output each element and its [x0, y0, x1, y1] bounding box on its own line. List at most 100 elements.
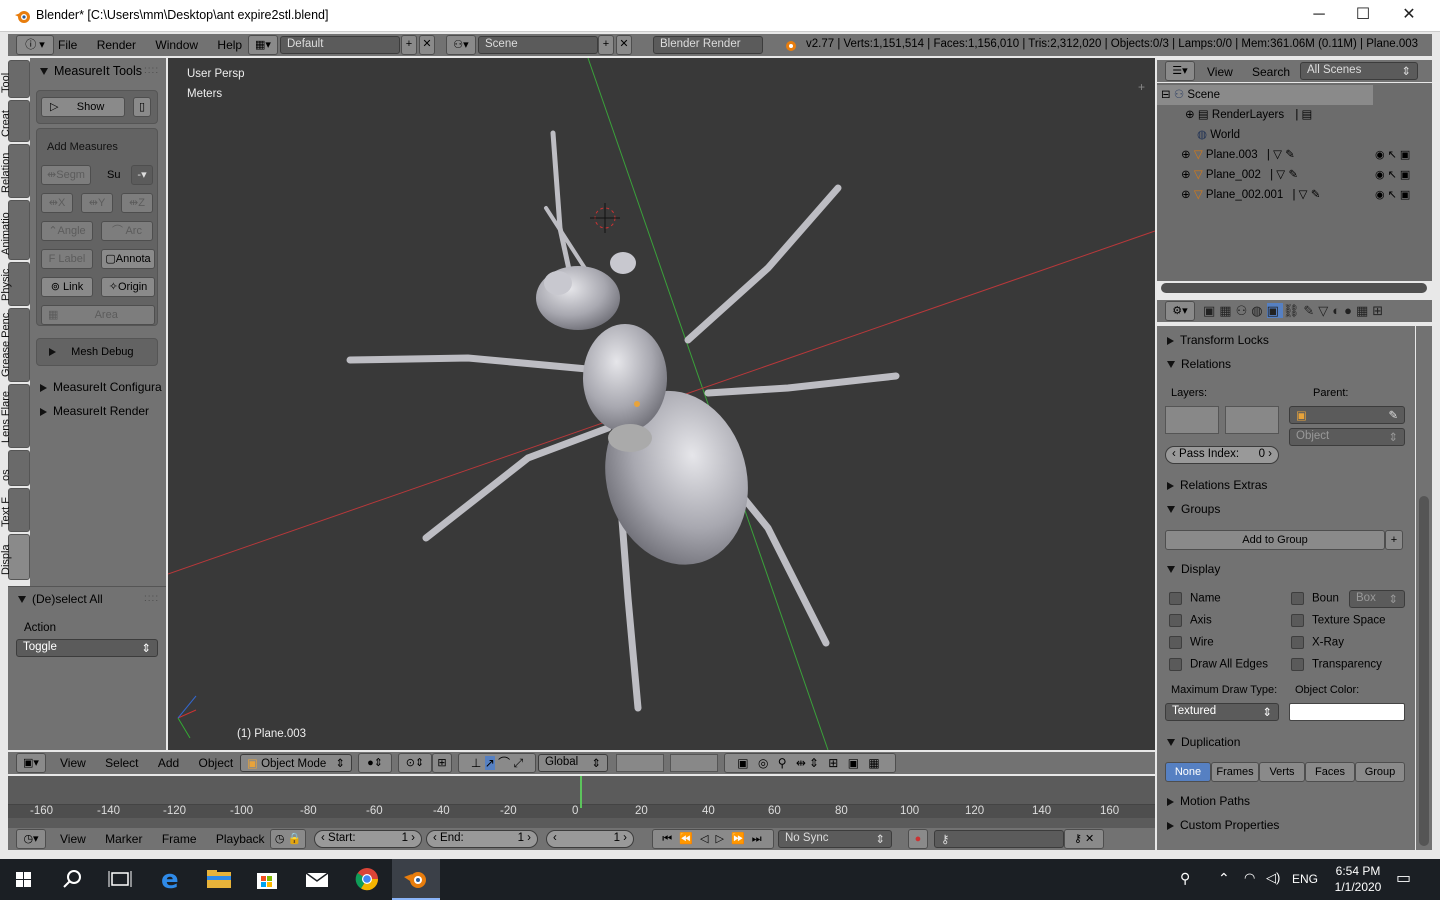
outliner-filter-select[interactable]: All Scenes ⇕ [1300, 62, 1418, 80]
draw-type-select[interactable]: Textured ⇕ [1165, 703, 1279, 721]
name-checkbox[interactable]: Name [1169, 592, 1221, 605]
dup-group-button[interactable]: Group [1355, 762, 1405, 782]
tab-display[interactable]: Displa [0, 534, 30, 580]
outliner-view-menu[interactable]: View [1207, 65, 1233, 79]
volume-icon[interactable]: ◁) [1266, 870, 1280, 886]
outliner-search-menu[interactable]: Search [1252, 65, 1290, 79]
layout-field[interactable]: Default [280, 36, 400, 54]
outliner-row-renderlayers[interactable]: ⊕ ▤ RenderLayers | ▤ [1185, 105, 1312, 125]
transform-locks-section[interactable]: Transform Locks [1157, 328, 1415, 352]
search-icon[interactable] [48, 859, 96, 900]
orientation-select[interactable]: Global ⇕ [538, 754, 608, 772]
parent-field[interactable]: ▣ ✎ [1289, 406, 1405, 424]
menu-playback[interactable]: Playback [216, 832, 265, 846]
outliner-scrollbar[interactable] [1161, 283, 1427, 293]
blender-taskbar-icon[interactable] [392, 859, 440, 900]
menu-view[interactable]: View [60, 756, 86, 770]
tab-os[interactable]: os [0, 450, 30, 486]
z-measure-button[interactable]: ⇹Z [121, 193, 153, 213]
remove-scene-icon[interactable]: ✕ [616, 35, 632, 55]
mesh-debug-box[interactable]: Mesh Debug [36, 338, 158, 366]
network-icon[interactable]: ◠ [1244, 870, 1255, 886]
manipulator-icons[interactable]: ⊥ ↗ ⌒ ⤢ [458, 753, 536, 773]
menu-render[interactable]: Render [97, 38, 136, 52]
mode-select[interactable]: ▣ Object Mode ⇕ [240, 754, 352, 772]
minimize-button[interactable]: ─ [1296, 0, 1342, 32]
axis-checkbox[interactable]: Axis [1169, 614, 1212, 627]
render-header[interactable]: MeasureIt Render [40, 404, 149, 418]
area-button[interactable]: ▦ Area [41, 305, 155, 325]
outliner-editor-icon[interactable]: ☰▾ [1165, 61, 1195, 81]
shading-select[interactable]: ●⇕ [358, 753, 392, 773]
menu-frame[interactable]: Frame [162, 832, 197, 846]
layout-icon-button[interactable]: ▦▾ [248, 35, 278, 55]
remove-layout-icon[interactable]: ✕ [419, 35, 435, 55]
outliner-row-world[interactable]: ◍ World [1197, 125, 1240, 145]
dup-faces-button[interactable]: Faces [1305, 762, 1355, 782]
snap-and-render-icons[interactable]: ▣ ◎ ⚲ ⇹⇕ ⊞ ▣ ▦ [724, 753, 896, 773]
keying-icons[interactable]: ⚷ ✕ [1064, 829, 1104, 849]
language-indicator[interactable]: ENG [1292, 872, 1318, 886]
menu-object[interactable]: Object [199, 756, 234, 770]
clock[interactable]: 6:54 PM 1/1/2020 [1332, 864, 1384, 894]
relations-section[interactable]: Relations [1157, 352, 1415, 376]
outliner-row-scene[interactable]: ⊟ ⚇ Scene [1157, 85, 1373, 105]
ghost-toggle-icon[interactable]: ▯ [133, 97, 151, 117]
tab-lens-flare[interactable]: Lens Flare [0, 384, 30, 448]
draw-all-edges-checkbox[interactable]: Draw All Edges [1169, 658, 1268, 671]
menu-add[interactable]: Add [158, 756, 179, 770]
people-icon[interactable]: ⚲ [1180, 870, 1190, 887]
tab-relation[interactable]: Relation [0, 144, 30, 198]
layers-grid-1[interactable] [1165, 406, 1219, 434]
bounds-checkbox[interactable]: Boun [1291, 592, 1339, 605]
notifications-icon[interactable]: ▭ [1396, 868, 1411, 888]
relations-extras-section[interactable]: Relations Extras [1157, 473, 1415, 497]
transparency-checkbox[interactable]: Transparency [1291, 658, 1382, 671]
tab-grease-pencil[interactable]: Grease Penc [0, 308, 30, 382]
outliner-row-plane003[interactable]: ⊕ ▽ Plane.003 | ▽ ✎ [1181, 145, 1295, 165]
view3d-editor-icon[interactable]: ▣▾ [16, 753, 46, 773]
file-explorer-icon[interactable] [195, 859, 243, 900]
deselect-all-header[interactable]: (De)select All [18, 592, 103, 606]
pass-index-field[interactable]: ‹ Pass Index: 0 › [1165, 446, 1279, 464]
windows-start-icon[interactable] [0, 859, 48, 900]
motion-paths-section[interactable]: Motion Paths [1157, 789, 1415, 813]
timeline-playhead[interactable] [580, 776, 582, 808]
close-button[interactable]: ✕ [1386, 0, 1432, 32]
layers-grid-2[interactable] [1225, 406, 1279, 434]
dup-none-button[interactable]: None [1165, 762, 1211, 782]
scene-field[interactable]: Scene [478, 36, 598, 54]
pivot-select[interactable]: ⊙⇕ [398, 753, 432, 773]
maximize-button[interactable]: ☐ [1340, 0, 1386, 32]
tab-physics[interactable]: Physic [0, 262, 30, 306]
add-scene-icon[interactable]: + [598, 35, 614, 55]
store-icon[interactable] [243, 859, 291, 900]
mail-icon[interactable] [293, 859, 341, 900]
link-button[interactable]: ⊚ Link [41, 277, 93, 297]
layer-buttons-2[interactable] [670, 754, 718, 772]
add-layout-icon[interactable]: + [401, 35, 417, 55]
chrome-icon[interactable] [343, 859, 391, 900]
wire-checkbox[interactable]: Wire [1169, 636, 1214, 649]
tab-create[interactable]: Creat [0, 100, 30, 142]
timeline-editor-icon[interactable]: ◷▾ [16, 829, 46, 849]
measureit-header[interactable]: MeasureIt Tools [40, 64, 142, 78]
action-select[interactable]: Toggle ⇕ [16, 639, 158, 657]
arc-button[interactable]: ⌒ Arc [101, 221, 153, 241]
start-frame-field[interactable]: ‹ Start: 1 › [314, 830, 422, 848]
parent-type-select[interactable]: Object ⇕ [1289, 428, 1405, 446]
outliner-row-plane002[interactable]: ⊕ ▽ Plane_002 | ▽ ✎ [1181, 165, 1298, 185]
end-frame-field[interactable]: ‹ End: 1 › [426, 830, 538, 848]
object-color-swatch[interactable] [1289, 703, 1405, 721]
menu-select[interactable]: Select [105, 756, 138, 770]
record-button[interactable]: ● [908, 829, 928, 849]
viewport-corner-icon[interactable]: + [1138, 80, 1145, 94]
chevron-up-icon[interactable]: ⌃ [1218, 870, 1230, 887]
label-button[interactable]: F Label [41, 249, 93, 269]
task-view-icon[interactable] [96, 859, 144, 900]
x-measure-button[interactable]: ⇹X [41, 193, 73, 213]
segment-button[interactable]: ⇹Segm [41, 165, 91, 185]
xray-checkbox[interactable]: X-Ray [1291, 636, 1344, 649]
dup-verts-button[interactable]: Verts [1259, 762, 1305, 782]
current-frame-field[interactable]: ‹ 1 › [546, 830, 634, 848]
